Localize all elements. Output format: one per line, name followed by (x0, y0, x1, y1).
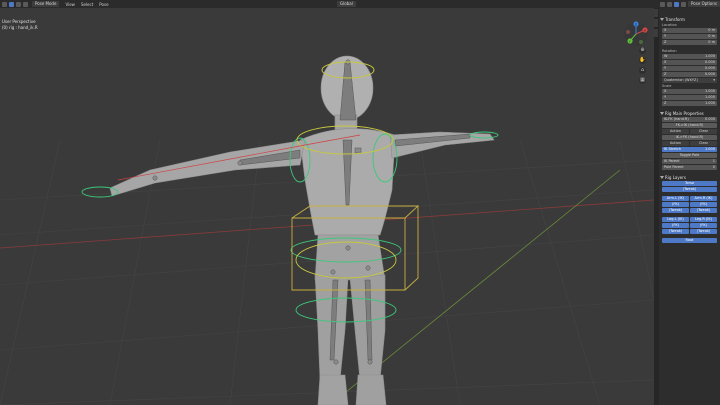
layer-arm-r-tweak-button[interactable]: (Tweak) (690, 208, 717, 213)
rig-layers-header[interactable]: Rig Layers (659, 174, 720, 181)
shading-active-icon[interactable] (674, 1, 680, 7)
viewport-header: Pose Mode View Select Pose Global Pose O… (0, 0, 720, 8)
gizmo-y-label: Y (629, 39, 631, 43)
view-name: User Perspective (2, 19, 36, 24)
active-object-name: (0) rig : hand_ik.R (2, 25, 38, 30)
location-x-field[interactable]: X0 m (662, 28, 717, 33)
ik-to-fk-button[interactable]: IK->FK (hand.R) (662, 135, 717, 140)
menu-pose[interactable]: Pose (99, 2, 108, 7)
layer-leg-l-ik-button[interactable]: Leg.L (IK) (662, 217, 689, 222)
snap-clear-button-2[interactable]: Clear (690, 141, 717, 146)
navigation-gizmo[interactable]: X Y Z (624, 21, 648, 46)
menu-select[interactable]: Select (81, 2, 93, 7)
orientation-dropdown[interactable]: Global (337, 1, 356, 7)
ik-fk-slider[interactable]: IK-FK (hand.R) 0.000 (662, 117, 717, 122)
zoom-icon[interactable]: ⊕ (639, 47, 646, 54)
snap-clear-button[interactable]: Clear (690, 129, 717, 134)
editor-type-icon[interactable] (2, 1, 7, 7)
tab-view[interactable] (654, 29, 658, 37)
tab-item[interactable] (654, 9, 658, 17)
layer-arm-l-tweak-button[interactable]: (Tweak) (662, 208, 689, 213)
pole-parent-field[interactable]: Pole Parent 0 (662, 165, 717, 170)
tab-tool[interactable] (654, 19, 658, 27)
layer-leg-r-ik-button[interactable]: Leg.R (IK) (690, 217, 717, 222)
grid-view-icon[interactable]: ▦ (639, 77, 646, 84)
gizmo-x-label: X (644, 28, 646, 32)
shading-render-icon[interactable] (681, 1, 687, 7)
rotation-x-field[interactable]: X 0.000 (662, 60, 717, 65)
overlay-icon[interactable] (660, 1, 666, 7)
header-right-tools: Pose Options (658, 0, 720, 8)
location-y-field[interactable]: Y0 m (662, 34, 717, 39)
toggle-pole-button[interactable]: Toggle Pole (662, 153, 717, 158)
layer-root-button[interactable]: Root (662, 238, 717, 243)
layer-leg-l-tweak-button[interactable]: (Tweak) (662, 229, 689, 234)
navigation-tools: ⊕ ✋ ⌂ ▦ (639, 47, 649, 87)
sidebar-content: Transform Location X0 m Y0 m Z0 m Rotati… (659, 8, 720, 244)
rotation-w-field[interactable]: W 1.000 (662, 54, 717, 59)
layer-leg-l-fk-button[interactable]: (FK) (662, 223, 689, 228)
shading-solid-icon[interactable] (667, 1, 673, 7)
mode-dropdown[interactable]: Pose Mode (32, 1, 60, 7)
scale-y-field[interactable]: Y 1.000 (662, 95, 717, 100)
rotation-z-field[interactable]: Z 0.000 (662, 72, 717, 77)
snap-action-button-2[interactable]: Action (662, 141, 689, 146)
gizmo-z-label: Z (635, 22, 637, 26)
layer-torso-button[interactable]: Torso (662, 181, 717, 186)
camera-icon[interactable]: ⌂ (639, 67, 646, 74)
chevron-down-icon: ▾ (713, 78, 715, 82)
layer-arm-r-ik-button[interactable]: Arm.R (IK) (690, 196, 717, 201)
blender-window: X Y Z User Perspective (0) rig : hand_ik… (0, 0, 720, 405)
ik-stretch-slider[interactable]: IK Stretch 1.000 (662, 147, 717, 152)
viewport-canvas[interactable]: X Y Z (0, 0, 654, 405)
pose-options-dropdown[interactable]: Pose Options (688, 1, 720, 7)
layer-leg-r-fk-button[interactable]: (FK) (690, 223, 717, 228)
character-mesh[interactable] (109, 55, 495, 405)
scale-x-field[interactable]: X 1.000 (662, 89, 717, 94)
fk-to-ik-button[interactable]: FK->IK (hand.R) (662, 123, 717, 128)
snap-action-button[interactable]: Action (662, 129, 689, 134)
select-box-icon[interactable] (9, 1, 14, 7)
rotation-y-field[interactable]: Y 0.000 (662, 66, 717, 71)
select-mode-2-icon[interactable] (23, 1, 28, 7)
transform-header[interactable]: Transform (659, 16, 720, 23)
rig-main-properties-header[interactable]: Rig Main Properties (659, 110, 720, 117)
menu-view[interactable]: View (65, 2, 75, 7)
sidebar-panel: Transform Location X0 m Y0 m Z0 m Rotati… (654, 8, 720, 405)
layer-leg-r-tweak-button[interactable]: (Tweak) (690, 229, 717, 234)
hand-pan-icon[interactable]: ✋ (639, 57, 646, 64)
rotation-mode-dropdown[interactable]: Quaternion (WXYZ) ▾ (662, 78, 717, 83)
rig-controls[interactable] (81, 61, 499, 323)
layer-arm-l-fk-button[interactable]: (FK) (662, 202, 689, 207)
location-z-field[interactable]: Z0 m (662, 40, 717, 45)
3d-viewport[interactable]: X Y Z User Perspective (0) rig : hand_ik… (0, 0, 654, 405)
ik-parent-field[interactable]: IK Parent 1 (662, 159, 717, 164)
select-mode-icon[interactable] (16, 1, 21, 7)
layer-arm-r-fk-button[interactable]: (FK) (690, 202, 717, 207)
scale-z-field[interactable]: Z 1.000 (662, 101, 717, 106)
layer-arm-l-ik-button[interactable]: Arm.L (IK) (662, 196, 689, 201)
layer-torso-tweak-button[interactable]: (Tweak) (662, 187, 717, 192)
